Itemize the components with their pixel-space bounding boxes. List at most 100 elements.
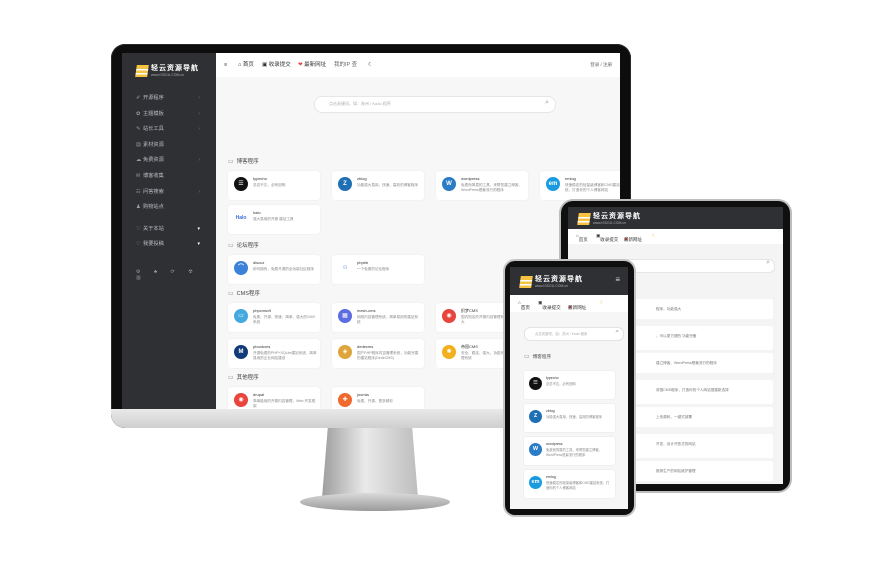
nav-fav[interactable]: ❤ 最新网址 <box>298 53 326 77</box>
site-card[interactable]: ◉ drupal 简单能用的开源内容管理，Web 开发框架 <box>228 387 320 409</box>
chevron-icon: ▾ <box>197 241 200 248</box>
sidebar-item-label: 我要投稿 <box>143 241 164 248</box>
sidebar-nav: ✐ 开源程序 › ✿ 主题模板 › ✎ 站长工具 › ▤ 素材资源 ☁ 免费资源 › ✉ 博客收集 ☷ 问答搜索 ›… <box>122 91 216 253</box>
site-card[interactable]: Zzblog 功能强大易用、快速、高效的博客程序 <box>332 171 424 200</box>
card-title: wordpress <box>461 176 480 181</box>
site-logo-icon: W <box>529 443 542 456</box>
tablet-item-text: 帝国CMS程序，打造你的个人网站搭建新选择 <box>656 388 729 392</box>
section-title: CMS程序 <box>228 289 260 297</box>
box-icon: ▣ <box>262 62 269 68</box>
login-link[interactable]: 登录 / 注册 <box>590 53 612 77</box>
tablet-item-text: 建立博客、WordPress是最流行的程序 <box>656 361 717 365</box>
search-input[interactable]: 点击关键词，如：苏州 / Kodo 程序 ⌕ <box>314 96 556 113</box>
tablet-nav: ⌂ 首页 ▣ 收录提交 ❤ 最新网址 ☾ <box>568 229 783 244</box>
search-icon[interactable]: ⌕ <box>615 328 619 336</box>
site-logo-icon: ⚇ <box>338 261 352 275</box>
tablet-nav-home[interactable]: ⌂ 首页 <box>576 233 588 242</box>
card-description: 免费、开源、更多精彩 <box>357 399 393 403</box>
phone-site-card[interactable]: ☰ typecho 念念不忘，必有回响 <box>524 371 615 399</box>
sidebar-item-icon: ✉ <box>136 172 141 179</box>
sidebar-item[interactable]: ▤ 素材资源 <box>122 138 216 154</box>
site-card[interactable]: ◈ dedecms 国产PHP程序内容管理系统，功能完善的建站程序(DedeCMS) <box>332 339 424 368</box>
card-description: 免费而简易的工具，来帮您建立博客、WordPress是最流行的程序 <box>546 448 603 457</box>
site-logo-icon: M <box>234 345 248 359</box>
monitor-stand <box>322 428 418 498</box>
site-card[interactable]: ✚ joomla 免费、开源、更多精彩 <box>332 387 424 409</box>
menu-icon[interactable]: ≡ <box>615 275 620 284</box>
site-card[interactable]: ▦ mesh-cms 网络内容管理系统，简单易用的建站系统 <box>332 303 424 332</box>
phone-site-card[interactable]: Zzblog 功能强大易用、快速、高效的博客程序 <box>524 404 615 432</box>
card-description: 功能强大易用、快速、高效的博客程序 <box>357 183 419 187</box>
sidebar-item[interactable]: ☁ 免费资源 › <box>122 153 216 169</box>
sidebar-item[interactable]: ♡ 关于本站 ▾ <box>122 222 216 238</box>
chevron-icon: › <box>198 188 200 195</box>
phone-site-card[interactable]: em emlog 快速稳定的轻量级博客和CMS建站系统，打造你的个人博客网站 <box>524 470 615 498</box>
site-logo-icon: ◈ <box>338 345 352 359</box>
site-card[interactable]: ⌒ discuz 即可拥有，免费开源的全功能社区程序 <box>228 255 320 284</box>
sidebar-item[interactable]: ✐ 开源程序 › <box>122 91 216 107</box>
sidebar-item-label: 开源程序 <box>143 95 164 101</box>
tablet-item-text: 开发，设计开放式的网站 <box>656 442 696 446</box>
tablet-logo[interactable]: 轻云资源导航 www.ISSGU.COM.cn <box>577 211 648 229</box>
dark-mode-icon[interactable]: ☾ <box>600 300 604 306</box>
chevron-icon: › <box>198 157 200 164</box>
search-icon[interactable]: ⌕ <box>545 99 549 107</box>
sidebar-item-icon: ✿ <box>136 110 141 117</box>
sidebar-item[interactable]: ☷ 问答搜索 › <box>122 185 216 201</box>
sidebar-item-icon: ✎ <box>136 126 141 133</box>
sidebar-item-label: 博客收集 <box>143 172 164 179</box>
site-card[interactable]: Wwordpress 免费而简易的工具，来帮您建立博客、WordPress是最流行… <box>436 171 528 200</box>
menu-toggle-icon[interactable]: ≡ <box>224 53 227 77</box>
card-description: 网络内容管理系统，简单易用的建站系统 <box>357 315 419 325</box>
phone-nav-submit[interactable]: ▣ 收录提交 <box>538 300 561 310</box>
site-logo-icon: ✚ <box>338 393 352 407</box>
sidebar-tool-icons[interactable]: ⚙ ♣ ⟳ ☢ ▥ <box>136 269 216 281</box>
sidebar-item[interactable]: ♟ 购物站点 <box>122 200 216 216</box>
sidebar-item-icon: ▤ <box>136 141 141 148</box>
sidebar-item-label: 素材资源 <box>143 141 164 148</box>
sidebar-item[interactable]: ♡ 我要投稿 ▾ <box>122 237 216 253</box>
sidebar-item-label: 问答搜索 <box>143 188 164 195</box>
nav-ip[interactable]: 我的IP 查 <box>334 53 357 77</box>
sidebar-item-label: 主题模板 <box>143 110 164 117</box>
phone-section-title: 博客程序 <box>524 353 551 360</box>
chevron-icon: › <box>198 126 200 133</box>
phone-header: 轻云资源导航 www.ISSGU.COM.cn ≡ <box>510 267 628 295</box>
phone-logo[interactable]: 轻云资源导航 www.ISSGU.COM.cn <box>519 274 590 292</box>
search-icon[interactable]: ⌕ <box>766 259 770 267</box>
tablet-nav-submit[interactable]: ▣ 收录提交 <box>596 233 618 242</box>
nav-home[interactable]: ⌂ 首页 <box>238 53 254 77</box>
site-logo-icon: ▭ <box>234 309 248 323</box>
site-card[interactable]: Mpbootcms 开源免费的PHP+SQLite建站系统，简单易用的企业网站建设 <box>228 339 320 368</box>
phone-nav-home[interactable]: ⌂ 首页 <box>518 300 530 310</box>
tablet-header: 轻云资源导航 www.ISSGU.COM.cn <box>568 207 783 229</box>
sidebar-item[interactable]: ✉ 博客收集 <box>122 169 216 185</box>
sidebar-item-icon: ♟ <box>136 204 141 211</box>
dark-mode-icon[interactable]: ☾ <box>652 233 656 239</box>
site-logo[interactable]: 轻云资源导航 www.ISSGU.COM.cn <box>135 63 206 81</box>
site-card[interactable]: ☰ typecho 念念不忘，必有回响 <box>228 171 320 200</box>
site-logo-icon: ⌒ <box>234 261 248 275</box>
card-title: dedecms <box>357 344 374 349</box>
nav-submit[interactable]: ▣ 收录提交 <box>262 53 291 77</box>
phone-site-card[interactable]: Wwordpress 免费而简易的工具，来帮您建立博客、WordPress是最流行… <box>524 437 615 465</box>
site-card[interactable]: ▭ phpcmsv9 免费、开源、快速、简单、强大的CMS系统 <box>228 303 320 332</box>
logo-icon <box>135 65 149 77</box>
site-logo-icon: ▦ <box>338 309 352 323</box>
card-title: emlog <box>565 176 576 181</box>
card-description: 念念不忘，必有回响 <box>253 183 286 187</box>
site-card[interactable]: ⚇ phpbb 一个免费的论坛程序 <box>332 255 424 284</box>
site-card[interactable]: Halo halo 强大易用的开源 建站工具 <box>228 205 320 234</box>
tablet-item-text: 程序，功能强大 <box>656 307 682 311</box>
card-description: 快速稳定的轻量级博客和CMS建站系统，打造你的个人博客网站 <box>546 481 610 490</box>
card-title: mesh-cms <box>357 308 376 313</box>
sidebar-item[interactable]: ✎ 站长工具 › <box>122 122 216 138</box>
site-card[interactable]: em emlog 快速稳定的轻量级博客和CMS建站系统，打造你的个人博客网站 <box>540 171 620 200</box>
dark-mode-icon[interactable]: ☾ <box>368 53 373 77</box>
card-title: typecho <box>253 176 268 181</box>
card-title: pbootcms <box>253 344 271 349</box>
card-title: zblog <box>546 409 555 413</box>
sidebar-item[interactable]: ✿ 主题模板 › <box>122 107 216 123</box>
card-description: 简单能用的开源内容管理，Web 开发框架 <box>253 399 316 409</box>
phone-search-input[interactable]: 点击关键词，如：苏州 / Kodo 程序 ⌕ <box>524 327 624 341</box>
